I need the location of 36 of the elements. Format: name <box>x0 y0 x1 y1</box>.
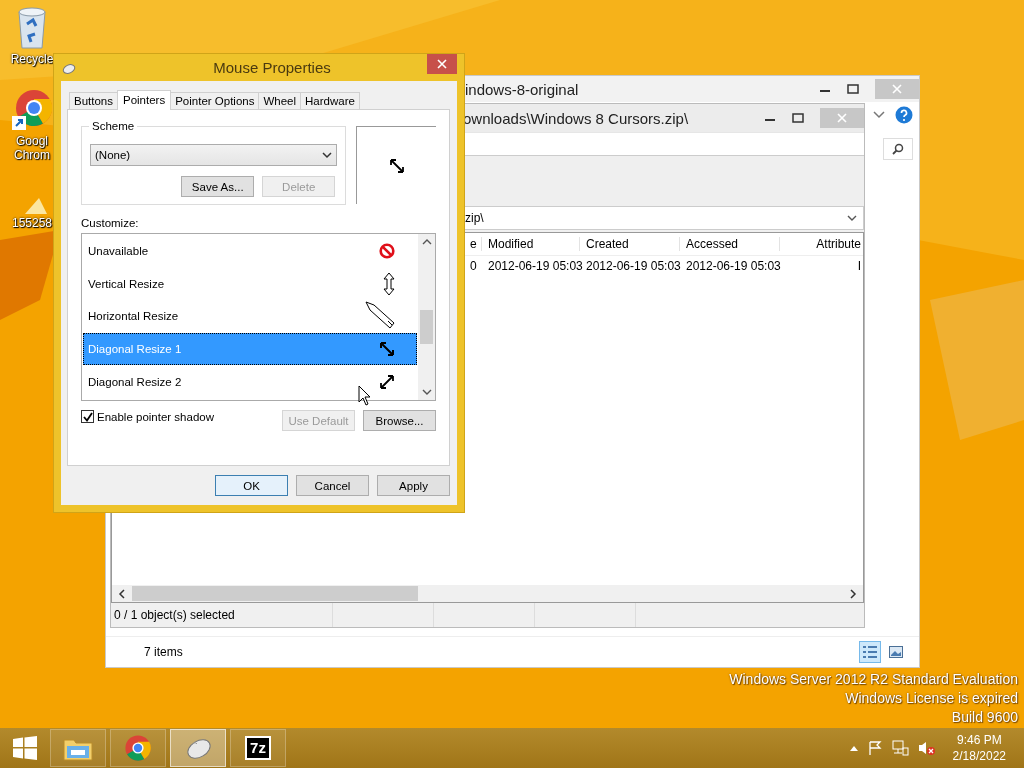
column-header[interactable]: Created <box>580 237 680 251</box>
tab[interactable]: Pointer Options <box>170 92 260 109</box>
scheme-dropdown[interactable]: (None) <box>90 144 338 166</box>
tab[interactable]: Pointers <box>117 90 172 110</box>
table-cell-text: 2012-06-19 05:03 <box>685 259 780 273</box>
pointer-list-item[interactable]: Vertical Resize <box>83 267 417 300</box>
table-cell-text: 2012-06-19 05:03 <box>487 259 580 273</box>
pointer-button[interactable]: Browse... <box>363 410 436 431</box>
license-notice: Build 9600 <box>951 708 1018 727</box>
group-label: Scheme <box>89 120 138 132</box>
pointer-list-item[interactable]: Unavailable <box>83 235 417 267</box>
table-cell-text: I <box>856 259 862 273</box>
column-header[interactable]: Attribute <box>780 237 863 251</box>
dialog-button[interactable]: Apply <box>377 475 450 496</box>
item-count: 7 items <box>144 645 183 659</box>
pointer-list-item[interactable]: Diagonal Resize 2 <box>83 366 417 398</box>
clock-date[interactable]: 2/18/2022 <box>952 748 1006 764</box>
tab[interactable]: Buttons <box>69 92 118 109</box>
archive-app-icon: 7z <box>245 736 271 760</box>
scheme-button[interactable]: Save As... <box>181 176 255 197</box>
license-notice: Windows License is expired <box>845 689 1018 708</box>
checkbox-label[interactable]: Enable pointer shadow <box>81 410 214 423</box>
column-header[interactable]: Accessed <box>680 237 780 251</box>
window-title: ownloads\Windows 8 Cursors.zip\ <box>463 109 690 127</box>
table-cell-text: 2012-06-19 05:03 <box>585 259 680 273</box>
window-title: indows-8-original <box>465 80 580 98</box>
dialog-button[interactable]: OK <box>215 475 288 496</box>
table-cell-text: 0 <box>469 259 478 273</box>
window-title: Mouse Properties <box>212 59 332 76</box>
dialog-button[interactable]: Cancel <box>296 475 369 496</box>
status-text: 0 / 1 object(s) selected <box>111 603 333 627</box>
taskbar-button[interactable]: 7z <box>230 729 286 767</box>
license-notice: Windows Server 2012 R2 Standard Evaluation <box>729 670 1018 689</box>
pointer-list-item[interactable]: Horizontal Resize <box>83 300 417 333</box>
column-header[interactable]: Modified <box>482 237 580 251</box>
tab[interactable]: Hardware <box>300 92 360 109</box>
